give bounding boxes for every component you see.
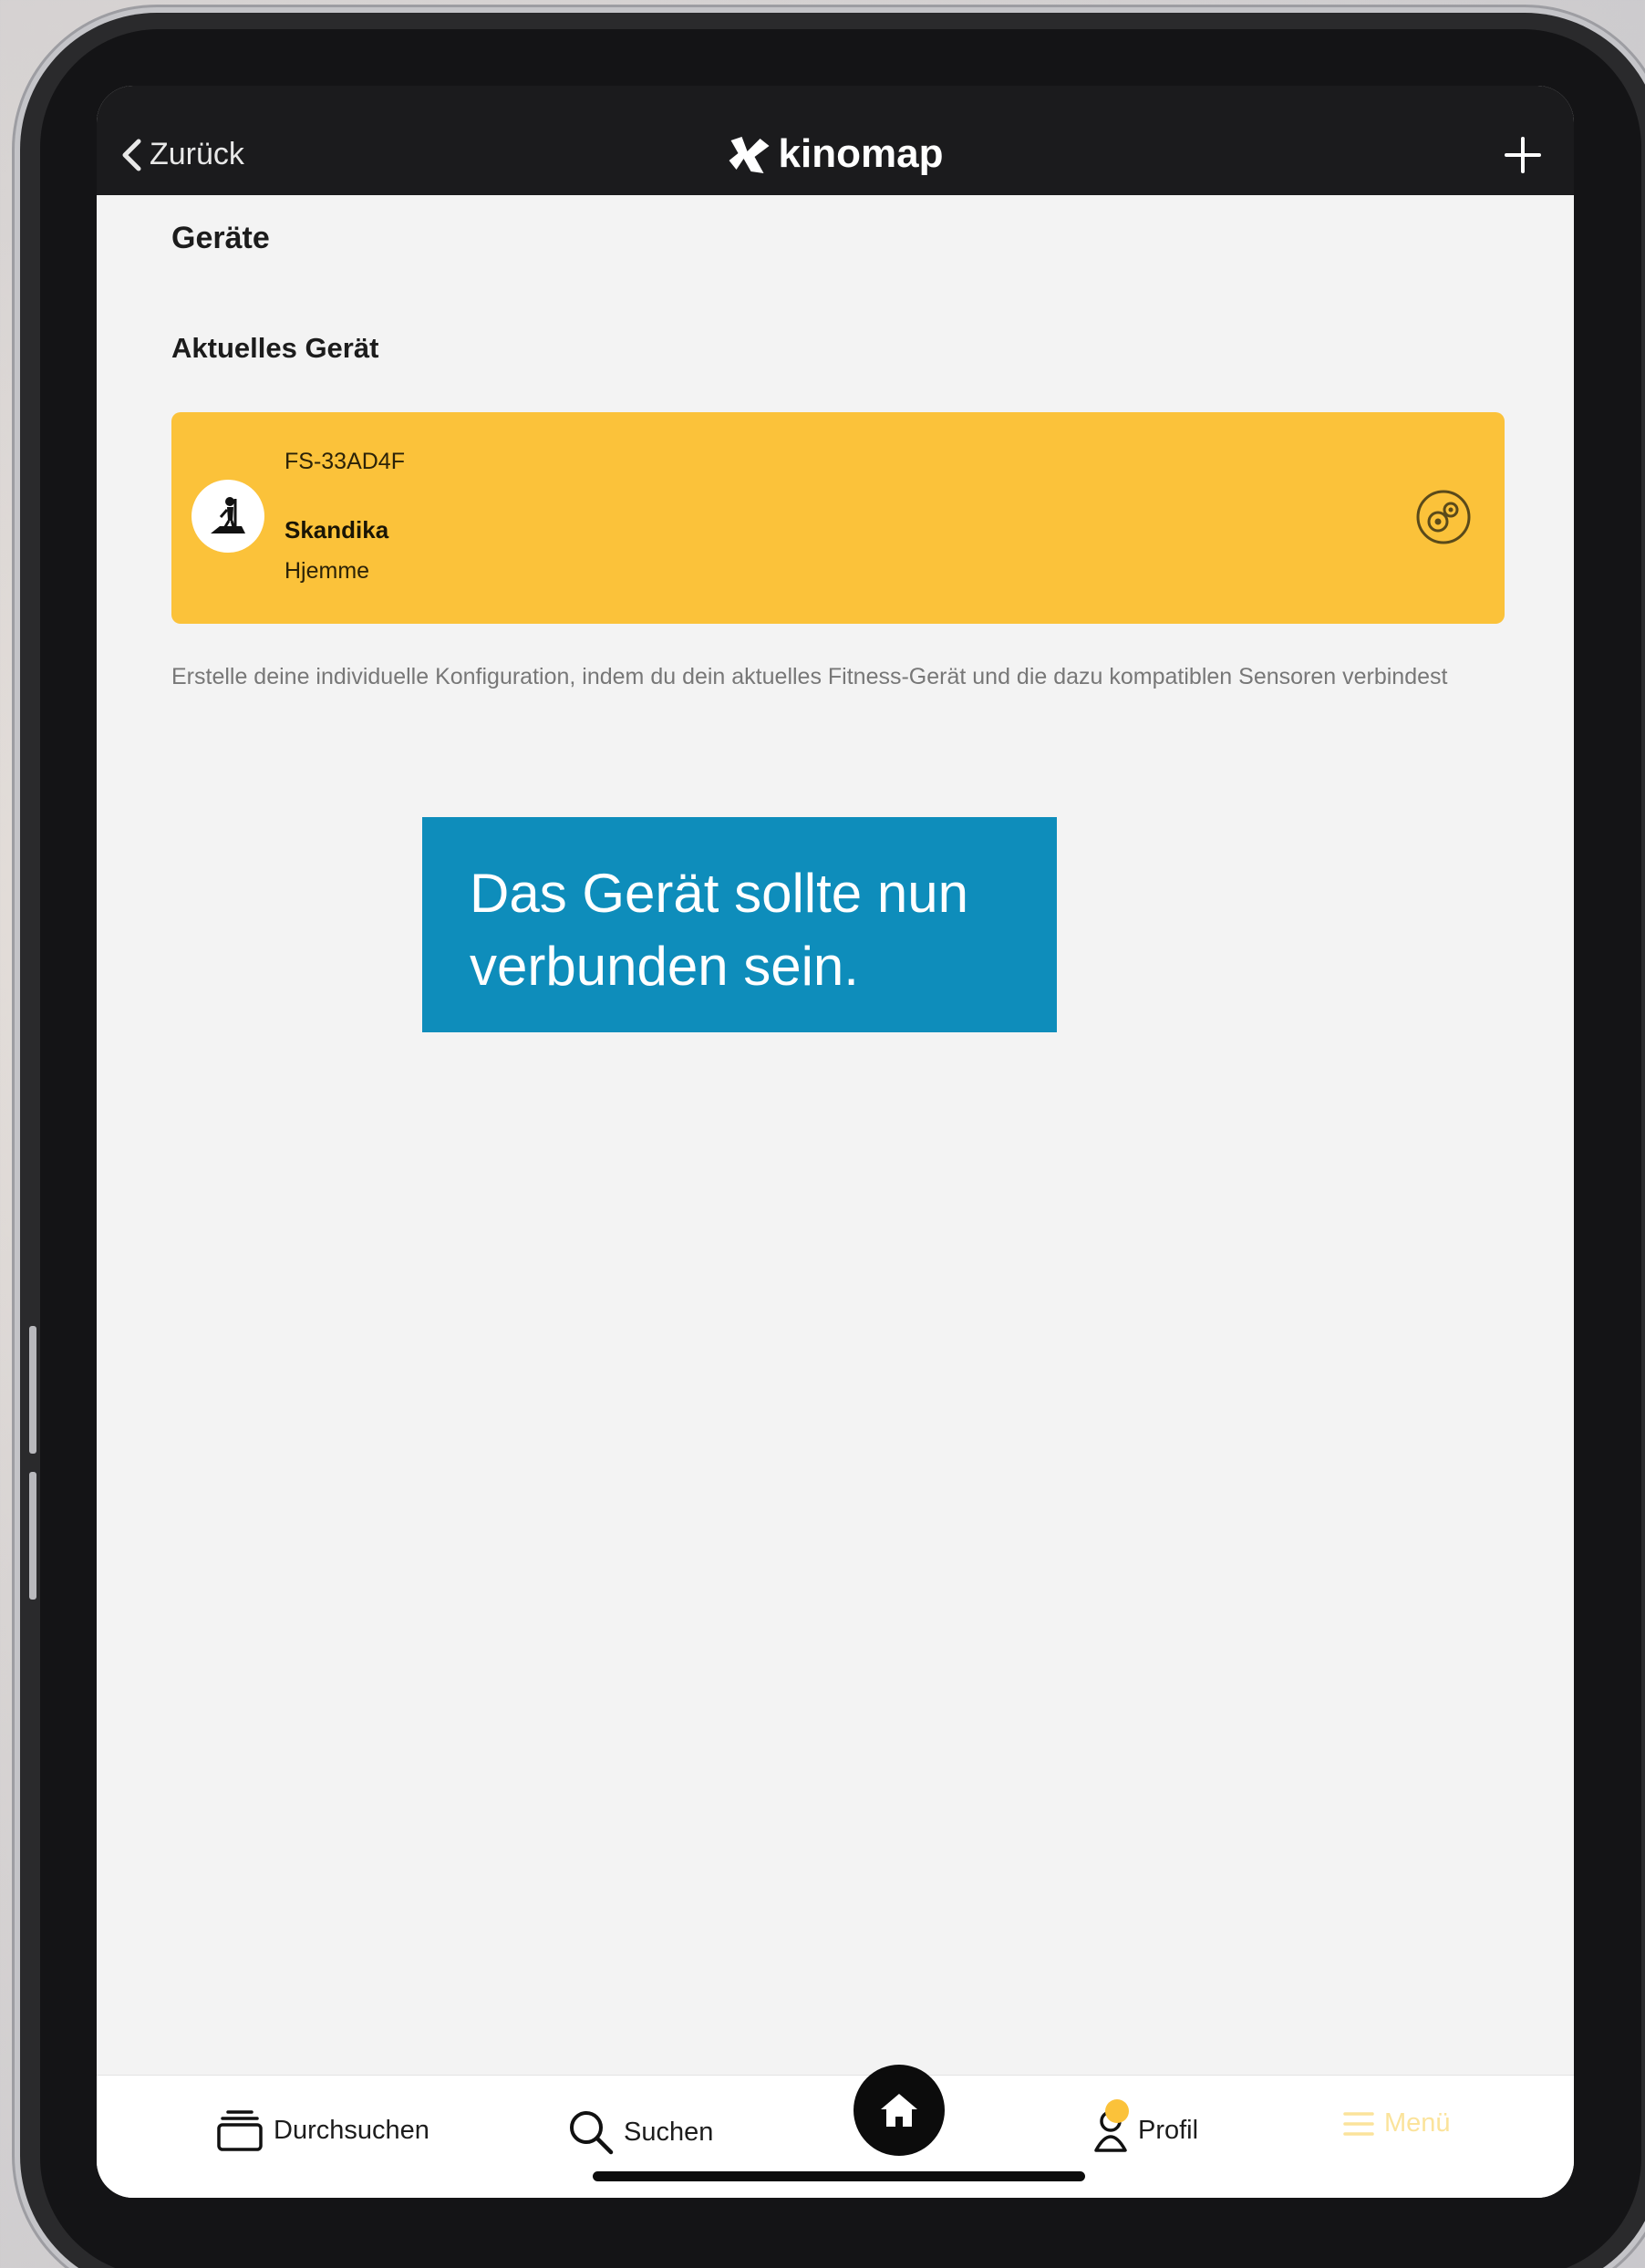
- home-button[interactable]: [854, 2065, 945, 2156]
- bottom-tab-bar: Durchsuchen Suchen Profil Menü: [97, 2065, 1574, 2198]
- device-avatar: [191, 480, 264, 553]
- kinomap-logo: kinomap: [728, 131, 944, 177]
- app-screen: Zurück kinomap Geräte Aktuelles Gerät FS…: [97, 86, 1574, 2198]
- device-location: Hjemme: [285, 558, 370, 584]
- browse-icon: [217, 2110, 263, 2151]
- tutorial-callout: Das Gerät sollte nun verbunden sein.: [422, 817, 1057, 1032]
- configuration-helper-text: Erstelle deine individuelle Konfiguratio…: [171, 664, 1448, 689]
- menu-icon: [1343, 2111, 1374, 2136]
- elliptical-trainer-icon: [211, 497, 245, 533]
- current-device-card[interactable]: FS-33AD4F Skandika Hjemme: [171, 412, 1505, 624]
- tab-search-label: Suchen: [624, 2117, 714, 2147]
- search-icon: [570, 2111, 614, 2155]
- home-icon: [881, 2094, 917, 2127]
- home-indicator: [593, 2171, 1085, 2181]
- back-button[interactable]: Zurück: [120, 137, 244, 172]
- tab-profile[interactable]: Profil: [1092, 2099, 1199, 2152]
- volume-button-up: [29, 1326, 36, 1454]
- add-icon[interactable]: [1497, 129, 1548, 181]
- tab-profile-label: Profil: [1138, 2115, 1199, 2145]
- chevron-left-icon: [122, 139, 141, 171]
- device-settings-gears-icon[interactable]: [1415, 489, 1472, 545]
- profile-notification-badge: [1105, 2099, 1129, 2123]
- volume-button-down: [29, 1472, 36, 1600]
- page-title: Geräte: [171, 221, 270, 255]
- kinomap-logo-icon: [729, 137, 770, 173]
- tab-menu[interactable]: Menü: [1342, 2108, 1451, 2139]
- tab-browse-label: Durchsuchen: [274, 2115, 429, 2145]
- logo-text: kinomap: [778, 131, 944, 176]
- back-button-label: Zurück: [150, 137, 244, 171]
- tab-search[interactable]: Suchen: [567, 2108, 713, 2156]
- tab-menu-label: Menü: [1384, 2108, 1451, 2138]
- device-brand: Skandika: [285, 516, 389, 544]
- app-header: Zurück kinomap: [97, 86, 1574, 195]
- current-device-heading: Aktuelles Gerät: [171, 332, 379, 364]
- device-id: FS-33AD4F: [285, 449, 405, 474]
- tab-browse[interactable]: Durchsuchen: [215, 2108, 429, 2152]
